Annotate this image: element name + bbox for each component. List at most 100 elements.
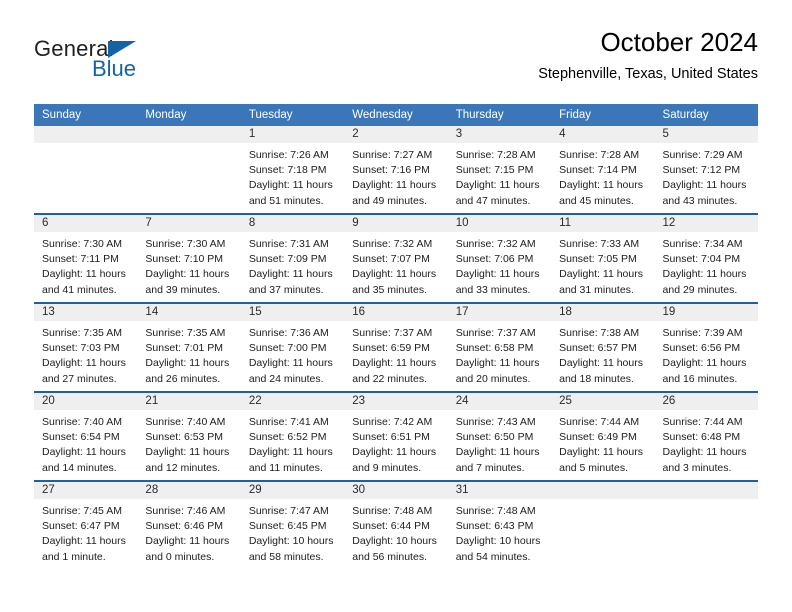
title-block: October 2024 Stephenville, Texas, United… [538, 27, 758, 82]
calendar-day-cell[interactable]: 17 Sunrise: 7:37 AM Sunset: 6:58 PM Dayligh… [447, 302, 552, 392]
calendar-day-cell[interactable]: 28 Sunrise: 7:46 AM Sunset: 6:46 PM Dayligh… [137, 480, 241, 569]
calendar-day-cell[interactable]: 2 Sunrise: 7:27 AM Sunset: 7:16 PM Daylight… [344, 126, 448, 214]
day-details: Sunrise: 7:28 AM Sunset: 7:15 PM Daylight:… [448, 143, 551, 209]
calendar-grid: Sunday Monday Tuesday Wednesday Thursday… [34, 104, 758, 569]
sunrise-text: Sunrise: 7:31 AM [248, 238, 329, 250]
calendar-day-cell[interactable]: 6 Sunrise: 7:30 AM Sunset: 7:11 PM Daylight… [34, 213, 138, 303]
day-details: Sunrise: 7:30 AM Sunset: 7:10 PM Daylight:… [137, 232, 240, 298]
sunrise-text: Sunrise: 7:36 AM [248, 327, 329, 339]
sunrise-text: Sunrise: 7:39 AM [662, 327, 743, 339]
day-details: Sunrise: 7:32 AM Sunset: 7:06 PM Daylight:… [448, 232, 551, 298]
day-number: 26 [654, 393, 758, 410]
weekday-header-wednesday: Wednesday [344, 104, 448, 126]
calendar-day-cell[interactable]: 22 Sunrise: 7:41 AM Sunset: 6:52 PM Dayligh… [240, 391, 345, 481]
sunset-text: Sunset: 6:46 PM [145, 520, 224, 533]
calendar-day-cell[interactable]: 3 Sunrise: 7:28 AM Sunset: 7:15 PM Daylight… [447, 126, 552, 214]
calendar-week-row: 6 Sunrise: 7:30 AM Sunset: 7:11 PM Daylight… [34, 213, 758, 303]
day-details: Sunrise: 7:26 AM Sunset: 7:18 PM Daylight:… [241, 143, 344, 209]
daylight-text-line2: and 47 minutes. [455, 194, 531, 207]
calendar-day-cell[interactable]: 13 Sunrise: 7:35 AM Sunset: 7:03 PM Dayligh… [34, 302, 138, 392]
daylight-text-line1: Daylight: 11 hours [42, 446, 126, 459]
calendar-day-cell[interactable]: 10 Sunrise: 7:32 AM Sunset: 7:06 PM Dayligh… [447, 213, 552, 303]
daylight-text-line1: Daylight: 11 hours [662, 179, 747, 192]
day-details: Sunrise: 7:42 AM Sunset: 6:51 PM Daylight:… [344, 410, 447, 476]
daylight-text-line2: and 35 minutes. [352, 283, 427, 296]
calendar-day-cell[interactable]: 20 Sunrise: 7:40 AM Sunset: 6:54 PM Dayligh… [34, 391, 138, 481]
day-details: Sunrise: 7:35 AM Sunset: 7:03 PM Daylight:… [34, 321, 137, 387]
day-details: Sunrise: 7:34 AM Sunset: 7:04 PM Daylight:… [655, 232, 758, 298]
daylight-text-line2: and 22 minutes. [352, 372, 427, 385]
calendar-day-cell[interactable]: 5 Sunrise: 7:29 AM Sunset: 7:12 PM Daylight… [654, 126, 758, 214]
daylight-text-line2: and 18 minutes. [559, 372, 634, 385]
day-number: 12 [654, 215, 758, 232]
calendar-day-cell[interactable]: 4 Sunrise: 7:28 AM Sunset: 7:14 PM Daylight… [551, 126, 655, 214]
calendar-day-cell[interactable]: 18 Sunrise: 7:38 AM Sunset: 6:57 PM Dayligh… [551, 302, 655, 392]
sunrise-text: Sunrise: 7:48 AM [352, 505, 433, 517]
daylight-text-line2: and 31 minutes. [559, 283, 634, 296]
calendar-day-cell[interactable]: 19 Sunrise: 7:39 AM Sunset: 6:56 PM Dayligh… [654, 302, 758, 392]
day-details: Sunrise: 7:39 AM Sunset: 6:56 PM Daylight:… [655, 321, 758, 387]
day-number: 1 [240, 126, 345, 143]
sunset-text: Sunset: 6:49 PM [559, 431, 637, 444]
daylight-text-line1: Daylight: 11 hours [662, 357, 747, 370]
weekday-header-thursday: Thursday [447, 104, 552, 126]
calendar-day-cell[interactable]: 31 Sunrise: 7:48 AM Sunset: 6:43 PM Dayligh… [447, 480, 552, 569]
calendar-day-cell[interactable]: 15 Sunrise: 7:36 AM Sunset: 7:00 PM Dayligh… [240, 302, 345, 392]
sunrise-text: Sunrise: 7:37 AM [352, 327, 433, 339]
calendar-day-cell[interactable]: 26 Sunrise: 7:44 AM Sunset: 6:48 PM Dayligh… [654, 391, 758, 481]
sunset-text: Sunset: 6:50 PM [455, 431, 534, 444]
calendar-day-cell[interactable]: 29 Sunrise: 7:47 AM Sunset: 6:45 PM Dayligh… [240, 480, 345, 569]
calendar-day-cell[interactable]: 1 Sunrise: 7:26 AM Sunset: 7:18 PM Daylight… [240, 126, 345, 214]
daylight-text-line2: and 58 minutes. [248, 550, 324, 563]
daylight-text-line2: and 37 minutes. [248, 283, 324, 296]
daylight-text-line1: Daylight: 10 hours [455, 535, 541, 548]
day-details: Sunrise: 7:41 AM Sunset: 6:52 PM Daylight:… [241, 410, 344, 476]
daylight-text-line2: and 0 minutes. [145, 550, 215, 563]
daylight-text-line1: Daylight: 11 hours [352, 268, 437, 281]
day-number: 13 [34, 304, 138, 321]
calendar-day-cell[interactable]: 25 Sunrise: 7:44 AM Sunset: 6:49 PM Dayligh… [551, 391, 655, 481]
calendar-day-cell[interactable]: 8 Sunrise: 7:31 AM Sunset: 7:09 PM Daylight… [240, 213, 345, 303]
sunset-text: Sunset: 7:15 PM [455, 164, 534, 177]
sunset-text: Sunset: 6:59 PM [352, 342, 430, 355]
calendar-day-cell-empty [34, 126, 138, 214]
daylight-text-line2: and 33 minutes. [455, 283, 531, 296]
calendar-week-row: 20 Sunrise: 7:40 AM Sunset: 6:54 PM Dayligh… [34, 391, 758, 481]
day-details: Sunrise: 7:35 AM Sunset: 7:01 PM Daylight:… [137, 321, 240, 387]
day-number: 6 [34, 215, 138, 232]
weekday-header-friday: Friday [551, 104, 655, 126]
calendar-day-cell[interactable]: 24 Sunrise: 7:43 AM Sunset: 6:50 PM Dayligh… [447, 391, 552, 481]
day-number: 23 [344, 393, 448, 410]
sunrise-text: Sunrise: 7:37 AM [455, 327, 536, 339]
calendar-day-cell[interactable]: 9 Sunrise: 7:32 AM Sunset: 7:07 PM Daylight… [344, 213, 448, 303]
day-number [551, 482, 655, 499]
sunset-text: Sunset: 6:51 PM [352, 431, 430, 444]
sunrise-text: Sunrise: 7:32 AM [352, 238, 433, 250]
calendar-day-cell[interactable]: 23 Sunrise: 7:42 AM Sunset: 6:51 PM Dayligh… [344, 391, 448, 481]
daylight-text-line1: Daylight: 11 hours [42, 535, 126, 548]
sunset-text: Sunset: 6:47 PM [42, 520, 120, 533]
calendar-day-cell[interactable]: 21 Sunrise: 7:40 AM Sunset: 6:53 PM Dayligh… [137, 391, 241, 481]
calendar-day-cell[interactable]: 12 Sunrise: 7:34 AM Sunset: 7:04 PM Dayligh… [654, 213, 758, 303]
brand-logo[interactable]: General Blue [34, 36, 234, 86]
calendar-day-cell[interactable]: 30 Sunrise: 7:48 AM Sunset: 6:44 PM Dayligh… [344, 480, 448, 569]
sunset-text: Sunset: 7:16 PM [352, 164, 430, 177]
daylight-text-line1: Daylight: 11 hours [248, 357, 333, 370]
calendar-day-cell-empty [654, 480, 758, 569]
sunrise-text: Sunrise: 7:40 AM [42, 416, 122, 428]
day-number [654, 482, 758, 499]
calendar-day-cell[interactable]: 14 Sunrise: 7:35 AM Sunset: 7:01 PM Dayligh… [137, 302, 241, 392]
day-number: 5 [654, 126, 758, 143]
calendar-day-cell-empty [551, 480, 655, 569]
daylight-text-line2: and 9 minutes. [352, 461, 422, 474]
day-number: 3 [447, 126, 552, 143]
day-number: 18 [551, 304, 655, 321]
calendar-day-cell[interactable]: 11 Sunrise: 7:33 AM Sunset: 7:05 PM Dayligh… [551, 213, 655, 303]
sunset-text: Sunset: 6:43 PM [455, 520, 534, 533]
calendar-day-cell[interactable]: 16 Sunrise: 7:37 AM Sunset: 6:59 PM Dayligh… [344, 302, 448, 392]
calendar-day-cell[interactable]: 7 Sunrise: 7:30 AM Sunset: 7:10 PM Daylight… [137, 213, 241, 303]
day-details: Sunrise: 7:31 AM Sunset: 7:09 PM Daylight:… [241, 232, 344, 298]
daylight-text-line1: Daylight: 11 hours [559, 268, 643, 281]
calendar-page: General Blue October 2024 Stephenville, … [0, 0, 792, 612]
calendar-day-cell[interactable]: 27 Sunrise: 7:45 AM Sunset: 6:47 PM Dayligh… [34, 480, 138, 569]
